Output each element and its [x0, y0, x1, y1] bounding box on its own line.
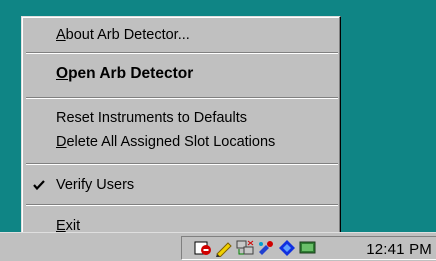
network-icon[interactable] [236, 239, 254, 257]
menu-separator [26, 163, 338, 165]
menu-separator [26, 97, 338, 99]
menu-item-reset-instruments[interactable]: Reset Instruments to Defaults [24, 106, 338, 130]
menu-item-about[interactable]: About Arb Detector... [24, 23, 338, 47]
taskbar: 12:41 PM [0, 232, 436, 261]
clock[interactable]: 12:41 PM [366, 241, 432, 258]
monitor-icon[interactable] [299, 239, 317, 257]
diamond-icon[interactable] [278, 239, 296, 257]
system-tray: 12:41 PM [181, 236, 436, 260]
paint-icon[interactable] [257, 239, 275, 257]
menu-item-delete-slots[interactable]: Delete All Assigned Slot Locations [24, 130, 338, 154]
menu-item-open[interactable]: Open Arb Detector [24, 62, 338, 86]
checkmark-icon [33, 180, 45, 191]
menu-separator [26, 52, 338, 54]
menu-separator [26, 204, 338, 206]
menu-item-verify-users[interactable]: Verify Users [24, 173, 338, 197]
context-menu: About Arb Detector... Open Arb Detector … [21, 16, 341, 240]
arb-detector-icon[interactable] [194, 239, 212, 257]
pencil-icon[interactable] [215, 239, 233, 257]
